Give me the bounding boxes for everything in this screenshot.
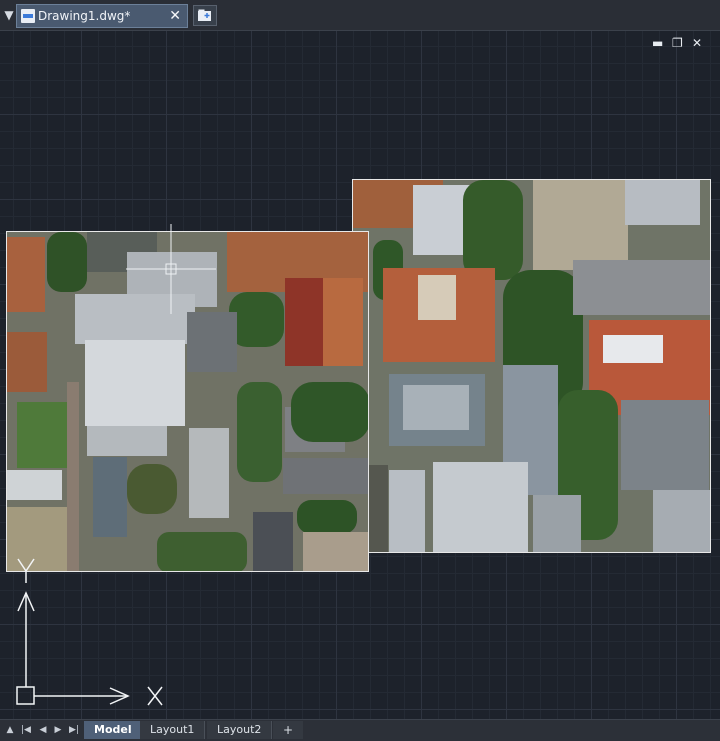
minimize-icon[interactable]: ▬ — [652, 37, 663, 49]
aerial-image-right[interactable] — [352, 179, 711, 553]
layout-tab-bar: ▲ |◀ ◀ ▶ ▶| Model Layout1 Layout2 + — [0, 719, 720, 741]
close-tab-icon[interactable]: ✕ — [169, 8, 181, 24]
drawing-canvas[interactable]: ▬ ❐ ✕ — [0, 31, 720, 719]
tab-model[interactable]: Model — [84, 721, 143, 739]
document-tab-title: Drawing1.dwg* — [38, 9, 131, 23]
tab-list-dropdown-icon[interactable]: ▼ — [3, 7, 15, 23]
scroll-up-icon[interactable]: ▲ — [4, 723, 16, 737]
next-layout-icon[interactable]: ▶ — [52, 723, 64, 737]
crosshair-cursor — [126, 224, 216, 314]
viewport-window-controls: ▬ ❐ ✕ — [652, 37, 702, 50]
tab-layout1[interactable]: Layout1 — [140, 721, 206, 739]
new-drawing-button[interactable] — [193, 5, 217, 26]
document-tab-bar: ▼ Drawing1.dwg* ✕ — [0, 0, 720, 31]
document-tab[interactable]: Drawing1.dwg* ✕ — [16, 4, 188, 28]
first-layout-icon[interactable]: |◀ — [20, 723, 32, 737]
close-icon[interactable]: ✕ — [692, 37, 702, 49]
previous-layout-icon[interactable]: ◀ — [37, 723, 49, 737]
add-layout-button[interactable]: + — [273, 721, 303, 739]
tab-layout2[interactable]: Layout2 — [207, 721, 273, 739]
last-layout-icon[interactable]: ▶| — [68, 723, 80, 737]
dwg-file-icon — [21, 9, 35, 23]
restore-icon[interactable]: ❐ — [672, 37, 683, 49]
new-tab-icon — [198, 9, 211, 21]
ucs-icon — [16, 558, 163, 706]
